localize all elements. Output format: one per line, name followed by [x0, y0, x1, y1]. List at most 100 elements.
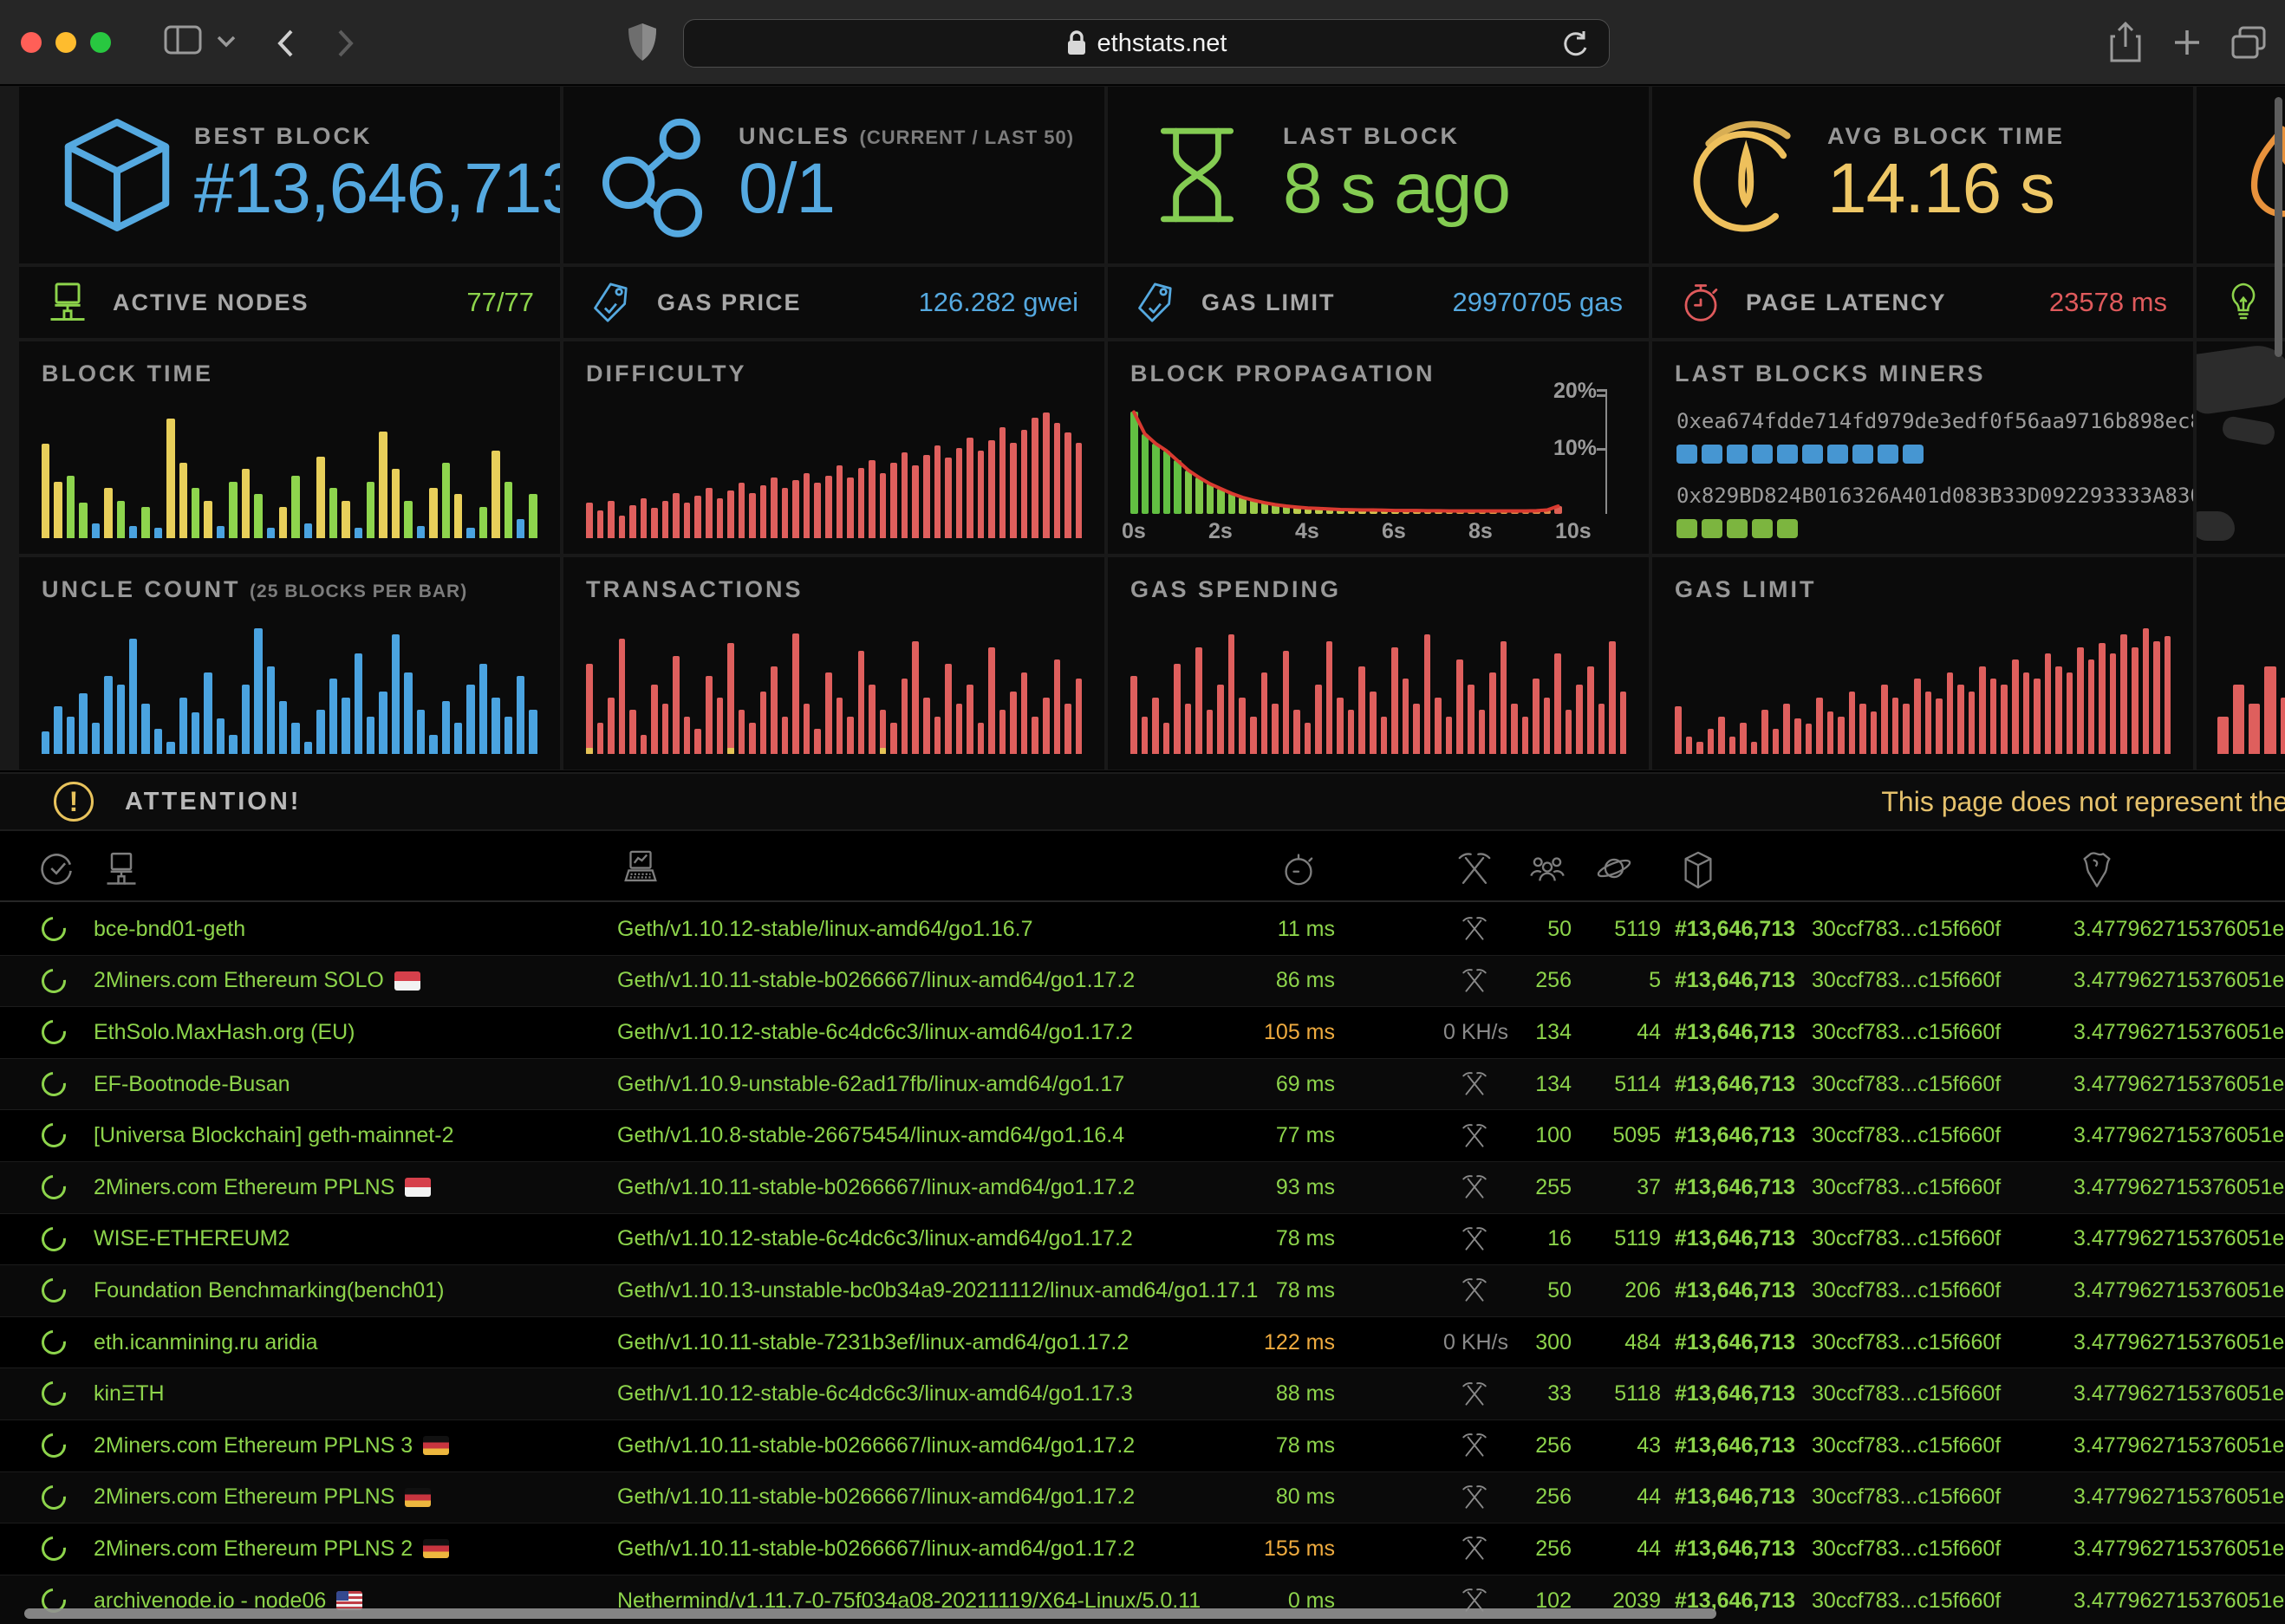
chart-bar [760, 485, 767, 538]
mining-pickaxe-icon [1378, 1162, 1508, 1213]
chart-bar [316, 710, 324, 754]
table-row[interactable]: [Universa Blockchain] geth-mainnet-2Geth… [0, 1110, 2285, 1162]
chart-bar [404, 501, 412, 539]
table-row[interactable]: 2Miners.com Ethereum PPLNS 3Geth/v1.10.1… [0, 1420, 2285, 1472]
horizontal-scrollbar[interactable] [24, 1608, 1716, 1619]
propagation-bar [1533, 510, 1540, 514]
minimize-window-button[interactable] [55, 32, 76, 53]
chart-bar [2067, 672, 2073, 754]
chart-bar [847, 477, 854, 538]
table-row[interactable]: 2Miners.com Ethereum PPLNS 2Geth/v1.10.1… [0, 1523, 2285, 1575]
chart-bar [166, 419, 174, 538]
propagation-bar [1554, 506, 1562, 514]
node-peers: 134 [1504, 1059, 1572, 1110]
chart-bar [442, 701, 450, 754]
chart-bar [355, 528, 362, 538]
chart-bar [1620, 692, 1627, 755]
chart-bar [1892, 698, 1899, 754]
node-status-icon [36, 964, 70, 997]
forward-icon[interactable] [335, 26, 357, 61]
last-block-value: 8 s ago [1283, 152, 1510, 226]
propagation-bar [1370, 510, 1377, 514]
gauge-icon [1685, 110, 1815, 240]
node-total-difficulty: 3.477962715376051e+2 [2073, 1059, 2285, 1110]
reload-icon[interactable] [1560, 29, 1590, 60]
mining-pickaxe-icon [1378, 1368, 1508, 1419]
node-total-difficulty: 3.477962715376051e+2 [2073, 956, 2285, 1007]
chart-bar [117, 501, 125, 539]
chart-bar [141, 507, 149, 538]
chart-bar [1696, 742, 1703, 755]
node-block-hash: 30ccf783...c15f660f [1812, 1523, 2001, 1575]
node-pending: 44 [1585, 1523, 1661, 1575]
node-block-hash: 30ccf783...c15f660f [1812, 1214, 2001, 1265]
zoom-window-button[interactable] [90, 32, 111, 53]
chart-bar [242, 469, 250, 538]
close-window-button[interactable] [21, 32, 42, 53]
chart-bar [1827, 711, 1834, 754]
chart-bar [479, 507, 487, 538]
table-row[interactable]: 2Miners.com Ethereum PPLNSGeth/v1.10.11-… [0, 1162, 2285, 1214]
chart-bar [1587, 666, 1594, 755]
attention-bar: ! ATTENTION! This page does not represen… [0, 772, 2285, 831]
table-row[interactable]: 2Miners.com Ethereum PPLNSGeth/v1.10.11-… [0, 1472, 2285, 1524]
table-row[interactable]: eth.icanmining.ru aridiaGeth/v1.10.11-st… [0, 1317, 2285, 1369]
miner-entry[interactable]: 0xea674fdde714fd979de3edf0f56aa9716b898e… [1676, 407, 2176, 464]
chart-bar [505, 717, 512, 755]
propagation-bar [1261, 503, 1269, 514]
chart-bar [129, 526, 137, 539]
block-propagation-x-axis: 0s2s4s6s8s10s [1122, 519, 1572, 545]
latency-icon [1279, 848, 1318, 890]
node-pending: 484 [1585, 1317, 1661, 1368]
chart-bar [242, 685, 250, 754]
chart-bar [304, 742, 312, 755]
chart-bar [204, 501, 212, 539]
node-pending: 5118 [1585, 1368, 1661, 1419]
table-row[interactable]: 2Miners.com Ethereum SOLOGeth/v1.10.11-s… [0, 956, 2285, 1008]
propagation-bar [1195, 477, 1203, 514]
propagation-bar [1174, 460, 1182, 514]
avg-block-time-value: 14.16 s [1827, 152, 2065, 226]
active-nodes-panel: ACTIVE NODES 77/77 [19, 267, 560, 338]
chart-bar [1348, 710, 1355, 754]
table-row[interactable]: bce-bnd01-gethGeth/v1.10.12-stable/linux… [0, 904, 2285, 956]
chart-bar [804, 704, 810, 754]
table-row[interactable]: Foundation Benchmarking(bench01)Geth/v1.… [0, 1265, 2285, 1317]
new-tab-icon[interactable] [2172, 28, 2202, 57]
chart-bar [792, 633, 799, 754]
chart-bar [673, 656, 680, 754]
back-icon[interactable] [274, 26, 296, 61]
chart-bar [1566, 710, 1572, 754]
propagation-bar [1283, 506, 1291, 514]
share-icon[interactable] [2108, 21, 2143, 64]
chart-bar [2165, 636, 2171, 754]
sidebar-toggle-icon[interactable] [163, 23, 203, 57]
chart-bar [192, 712, 199, 754]
node-name: 2Miners.com Ethereum PPLNS 3 [94, 1420, 449, 1471]
node-total-difficulty: 3.477962715376051e+2 [2073, 1420, 2285, 1471]
chart-bar [329, 488, 337, 538]
table-row[interactable]: WISE-ETHEREUM2Geth/v1.10.12-stable-6c4dc… [0, 1214, 2285, 1266]
table-row[interactable]: kinΞTHGeth/v1.10.12-stable-6c4dc6c3/linu… [0, 1368, 2285, 1420]
node-last-block: #13,646,713 [1675, 1110, 1795, 1161]
table-row[interactable]: EthSolo.MaxHash.org (EU)Geth/v1.10.12-st… [0, 1007, 2285, 1059]
sidebar-chevron-down-icon[interactable] [215, 33, 238, 49]
propagation-bar [1413, 510, 1421, 514]
block-icon [1678, 848, 1718, 892]
url-bar[interactable]: ethstats.net [683, 19, 1610, 68]
chart-bar [392, 634, 400, 754]
miner-entry[interactable]: 0x829BD824B016326A401d083B33D092293333A8… [1676, 482, 2176, 538]
node-peers: 50 [1504, 1265, 1572, 1316]
vertical-scrollbar[interactable] [2275, 97, 2282, 357]
chart-bar [684, 717, 691, 755]
node-pending: 43 [1585, 1420, 1661, 1471]
node-last-block: #13,646,713 [1675, 1317, 1795, 1368]
node-latency: 86 ms [1205, 956, 1335, 1007]
node-latency: 105 ms [1205, 1007, 1335, 1058]
chart-bar [978, 451, 985, 539]
tab-overview-icon[interactable] [2230, 24, 2268, 61]
privacy-shield-icon[interactable] [626, 21, 659, 64]
table-row[interactable]: EF-Bootnode-BusanGeth/v1.10.9-unstable-6… [0, 1059, 2285, 1111]
chart-bar [771, 666, 778, 755]
chart-bar [934, 717, 941, 755]
